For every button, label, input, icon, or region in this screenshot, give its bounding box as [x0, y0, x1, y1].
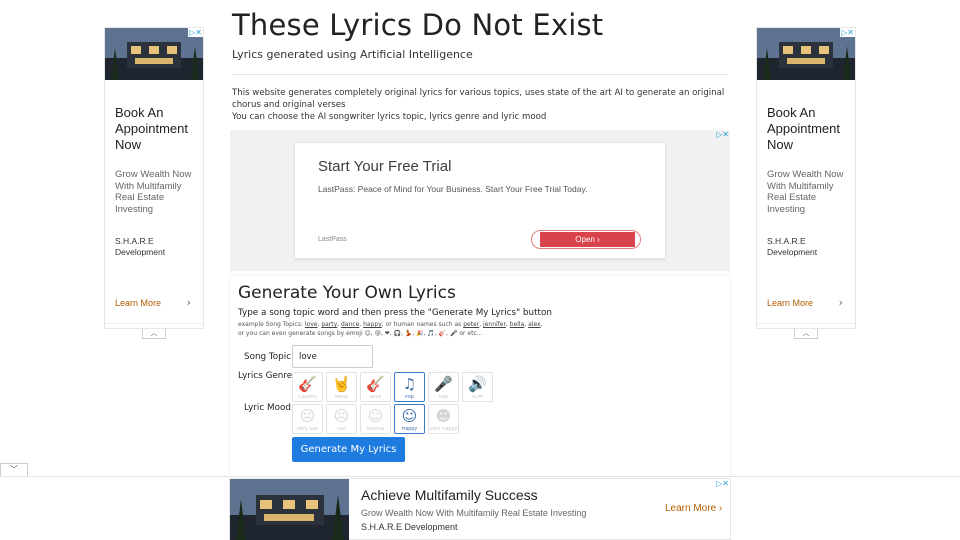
example-name-link[interactable]: alex [528, 321, 540, 328]
example-topic-link[interactable]: dance [341, 321, 359, 328]
genre-option-rock[interactable]: 🎸 Rock [360, 372, 391, 402]
ad-subtext: Grow Wealth Now With Multifamily Real Es… [767, 169, 844, 215]
lyric-mood-label: Lyric Mood: [244, 403, 294, 413]
example-topic-link[interactable]: party [321, 321, 337, 328]
right-side-ad[interactable]: ▷✕ Book An Appointment Now Grow Wealth N… [756, 27, 856, 329]
mood-option-sad[interactable]: ☹ Sad [326, 404, 357, 434]
mood-option-label: Sad [336, 427, 347, 432]
genre-option-pop[interactable]: ♫ Pop [394, 372, 425, 402]
ad-learn-more-link[interactable]: Learn More › [665, 503, 722, 514]
example-name-link[interactable]: bella [510, 321, 525, 328]
rock-hand-icon: 🤘 [332, 375, 351, 393]
ad-divider [757, 323, 855, 324]
genre-option-label: Pop [405, 395, 414, 400]
examples-mid: , or human names such as [381, 321, 462, 328]
example-topic-link[interactable]: love [305, 321, 318, 328]
ad-brand: LastPass [318, 236, 347, 243]
mood-option-neutral[interactable]: ☺ Neutral [360, 404, 391, 434]
ad-brand: S.H.A.R.E Development [767, 236, 818, 257]
genre-options: 🎸 Country 🤘 Metal 🎸 Rock ♫ Pop 🎤 Rap 🔊 EDM [292, 372, 493, 402]
sad-face-icon: ☹ [333, 407, 350, 425]
ad-learn-more-link[interactable]: Learn More [767, 298, 813, 308]
ad-divider [105, 323, 203, 324]
generate-lyrics-button[interactable]: Generate My Lyrics [292, 437, 405, 462]
intro-text: This website generates completely origin… [232, 87, 728, 123]
happy-face-icon: ☺ [401, 407, 418, 425]
genre-option-label: Rock [369, 395, 382, 400]
ad-headline[interactable]: Book An Appointment Now [767, 105, 853, 153]
music-note-icon: ♫ [402, 375, 417, 393]
chevron-down-icon[interactable]: ﹀ [0, 463, 28, 476]
examples-prefix: example Song Topics: [238, 321, 303, 328]
mood-option-very-sad[interactable]: ☹ Very Sad [292, 404, 323, 434]
ad-headline[interactable]: Achieve Multifamily Success [361, 487, 538, 503]
left-side-ad[interactable]: ▷✕ Book An Appointment Now Grow Wealth N… [104, 27, 204, 329]
ad-learn-more-link[interactable]: Learn More [115, 298, 161, 308]
ad-building-image [230, 479, 349, 540]
ad-choices-icon[interactable]: ▷✕ [715, 479, 730, 488]
mood-option-label: Neutral [366, 427, 385, 432]
neutral-face-icon: ☺ [367, 407, 384, 425]
intro-line: You can choose the AI songwriter lyrics … [232, 112, 547, 122]
emoji-examples: or you can even generate songs by emoji … [238, 330, 483, 337]
example-topic-link[interactable]: happy [363, 321, 382, 328]
generator-panel: Generate Your Own Lyrics Type a song top… [230, 276, 730, 476]
lyrics-genre-label: Lyrics Genre: [238, 371, 296, 381]
very-sad-face-icon: ☹ [299, 407, 316, 425]
ad-card[interactable]: Start Your Free Trial LastPass: Peace of… [294, 142, 666, 259]
mood-options: ☹ Very Sad ☹ Sad ☺ Neutral ☺ Happy ☻ Very Happy [292, 404, 459, 434]
mood-option-label: Very Sad [296, 427, 319, 432]
ad-open-label[interactable]: Open › [540, 232, 635, 247]
genre-option-metal[interactable]: 🤘 Metal [326, 372, 357, 402]
ad-headline[interactable]: Book An Appointment Now [115, 105, 201, 153]
chevron-up-icon[interactable]: ︿ [794, 329, 818, 339]
ad-choices-icon[interactable]: ▷✕ [188, 28, 203, 37]
genre-option-label: Metal [334, 395, 349, 400]
generator-title: Generate Your Own Lyrics [238, 283, 456, 303]
chevron-right-icon[interactable]: › [187, 296, 191, 309]
page-title: These Lyrics Do Not Exist [232, 8, 604, 42]
ad-subtext: Grow Wealth Now With Multifamily Real Es… [115, 169, 192, 215]
page-subtitle: Lyrics generated using Artificial Intell… [232, 48, 473, 61]
page: ▷✕ Book An Appointment Now Grow Wealth N… [0, 0, 960, 540]
ad-choices-icon[interactable]: ▷✕ [715, 130, 730, 139]
center-ad[interactable]: ▷✕ Start Your Free Trial LastPass: Peace… [230, 130, 730, 271]
microphone-icon: 🎤 [434, 375, 453, 393]
genre-option-edm[interactable]: 🔊 EDM [462, 372, 493, 402]
intro-line: This website generates completely origin… [232, 88, 725, 110]
mood-option-label: Happy [401, 427, 418, 432]
bottom-banner-ad[interactable]: ▷✕ Achieve Multifamily Success Grow Weal… [229, 478, 731, 540]
ad-brand: S.H.A.R.E Development [115, 236, 166, 257]
genre-option-country[interactable]: 🎸 Country [292, 372, 323, 402]
mood-option-very-happy[interactable]: ☻ Very Happy [428, 404, 459, 434]
mood-option-label: Very Happy [429, 427, 458, 432]
guitar-icon: 🎸 [298, 375, 317, 393]
ad-subtext: Grow Wealth Now With Multifamily Real Es… [361, 508, 587, 518]
example-name-link[interactable]: peter [463, 321, 479, 328]
example-topics: example Song Topics: love, party, dance,… [238, 320, 718, 338]
song-topic-label: Song Topic: [244, 352, 295, 362]
speaker-icon: 🔊 [468, 375, 487, 393]
genre-option-label: Rap [438, 395, 449, 400]
example-name-link[interactable]: jennifer [483, 321, 506, 328]
very-happy-face-icon: ☻ [435, 407, 452, 425]
electric-guitar-icon: 🎸 [366, 375, 385, 393]
ad-open-button[interactable]: Open › [531, 230, 641, 249]
genre-option-label: Country [297, 395, 318, 400]
header-divider [232, 74, 728, 75]
song-topic-input[interactable] [292, 345, 373, 368]
ad-choices-icon[interactable]: ▷✕ [840, 28, 855, 37]
genre-option-rap[interactable]: 🎤 Rap [428, 372, 459, 402]
generator-instruction: Type a song topic word and then press th… [238, 308, 552, 318]
genre-option-label: EDM [472, 395, 483, 400]
ad-title[interactable]: Start Your Free Trial [318, 158, 451, 175]
ad-description: LastPass: Peace of Mind for Your Busines… [318, 184, 588, 194]
ad-brand: S.H.A.R.E Development [361, 522, 458, 532]
chevron-up-icon[interactable]: ︿ [142, 329, 166, 339]
mood-option-happy[interactable]: ☺ Happy [394, 404, 425, 434]
chevron-right-icon[interactable]: › [839, 296, 843, 309]
